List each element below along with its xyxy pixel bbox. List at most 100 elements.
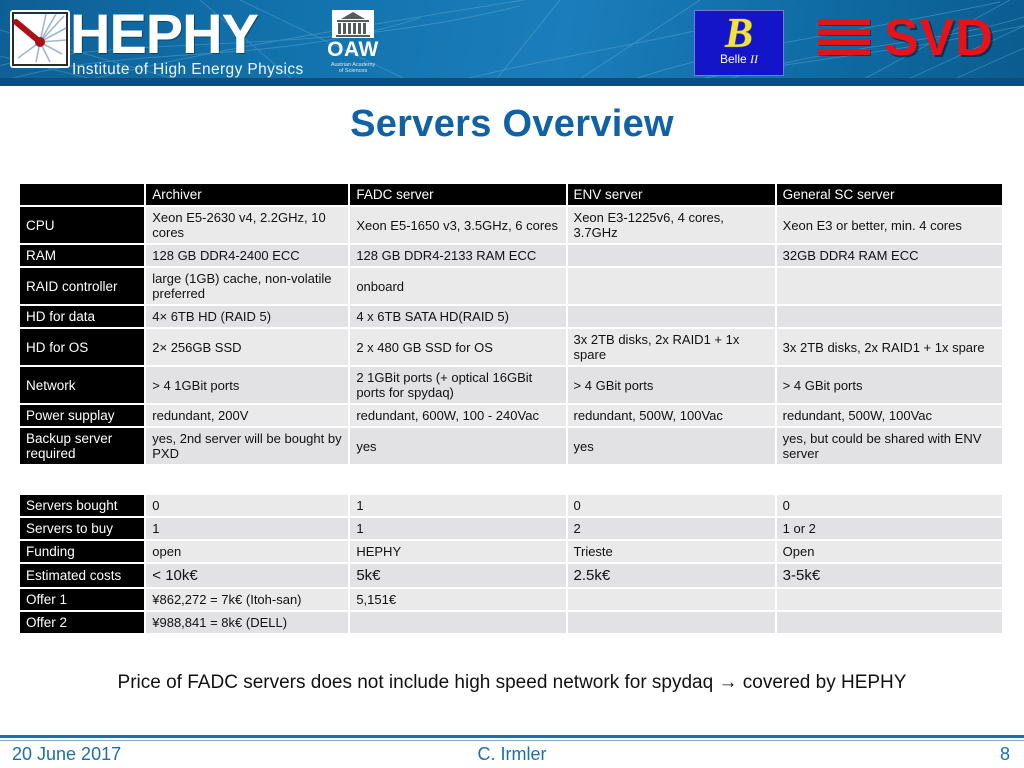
cell-tobuy-sc: 1 or 2 [775, 517, 1005, 540]
cell-offer1-env [566, 588, 777, 611]
column-header-env-server: ENV server [566, 184, 777, 206]
cell-hddata-fadc: 4 x 6TB SATA HD(RAID 5) [349, 305, 568, 328]
cell-backup-fadc: yes [349, 427, 568, 465]
cell-funding-sc: Open [775, 540, 1005, 563]
table-row: Funding open HEPHY Trieste Open [20, 540, 1005, 563]
cell-offer1-archiver: ¥862,272 = 7k€ (Itoh-san) [145, 588, 351, 611]
row-label-ram: RAM [20, 244, 147, 267]
belle2-b-symbol: B [724, 11, 753, 57]
cell-power-archiver: redundant, 200V [145, 404, 351, 427]
row-label-offer-1: Offer 1 [20, 588, 147, 611]
oaw-subtitle-line2: of Sciences [338, 68, 368, 74]
table-header-row: Archiver FADC server ENV server General … [20, 184, 1005, 206]
cell-cost-sc: 3-5k€ [775, 563, 1005, 588]
cell-hdos-fadc: 2 x 480 GB SSD for OS [349, 328, 568, 366]
belle2-logo: B Belle II [694, 10, 784, 76]
table-row: Servers to buy 1 1 2 1 or 2 [20, 517, 1005, 540]
table-row: HD for OS 2× 256GB SSD 2 x 480 GB SSD fo… [20, 328, 1005, 366]
cell-power-fadc: redundant, 600W, 100 - 240Vac [349, 404, 568, 427]
table-row: Offer 1 ¥862,272 = 7k€ (Itoh-san) 5,151€ [20, 588, 1005, 611]
cell-ram-fadc: 128 GB DDR4-2133 RAM ECC [349, 244, 568, 267]
cell-offer2-env [566, 611, 777, 634]
belle2-label-numeral: II [750, 52, 759, 66]
svd-wordmark: SVD [884, 9, 994, 67]
cell-ram-env [566, 244, 777, 267]
row-label-offer-2: Offer 2 [20, 611, 147, 634]
table-row: RAID controller large (1GB) cache, non-v… [20, 267, 1005, 305]
cell-cost-archiver: < 10k€ [145, 563, 351, 588]
cell-tobuy-fadc: 1 [349, 517, 568, 540]
cell-bought-fadc: 1 [349, 495, 568, 517]
svd-bars-icon [818, 19, 870, 63]
cell-offer1-sc [775, 588, 1005, 611]
column-header-blank [20, 184, 147, 206]
oaw-wordmark: OAW [327, 38, 379, 61]
cell-bought-env: 0 [566, 495, 777, 517]
row-label-raid-controller: RAID controller [20, 267, 147, 305]
server-spec-table: Archiver FADC server ENV server General … [20, 184, 1005, 466]
row-label-hd-for-os: HD for OS [20, 328, 147, 366]
cell-cost-fadc: 5k€ [349, 563, 568, 588]
row-label-power-supply: Power supplay [20, 404, 147, 427]
cell-bought-archiver: 0 [145, 495, 351, 517]
row-label-cpu: CPU [20, 206, 147, 244]
hephy-detector-icon [10, 10, 70, 68]
server-cost-table: Servers bought 0 1 0 0 Servers to buy 1 … [20, 495, 1005, 635]
cell-cpu-archiver: Xeon E5-2630 v4, 2.2GHz, 10 cores [145, 206, 351, 244]
table-row: Power supplay redundant, 200V redundant,… [20, 404, 1005, 427]
footer-divider [0, 735, 1024, 738]
cell-hdos-archiver: 2× 256GB SSD [145, 328, 351, 366]
table-row: Estimated costs < 10k€ 5k€ 2.5k€ 3-5k€ [20, 563, 1005, 588]
cell-backup-archiver: yes, 2nd server will be bought by PXD [145, 427, 351, 465]
cell-backup-env: yes [566, 427, 777, 465]
column-header-fadc-server: FADC server [349, 184, 568, 206]
cell-cpu-env: Xeon E3-1225v6, 4 cores, 3.7GHz [566, 206, 777, 244]
cell-hddata-archiver: 4× 6TB HD (RAID 5) [145, 305, 351, 328]
cell-tobuy-env: 2 [566, 517, 777, 540]
header-banner: HEPHY Institute of High Energy Physics O… [0, 0, 1024, 86]
hephy-logo: HEPHY Institute of High Energy Physics [10, 2, 330, 81]
table-row: CPU Xeon E5-2630 v4, 2.2GHz, 10 cores Xe… [20, 206, 1005, 244]
cell-offer1-fadc: 5,151€ [349, 588, 568, 611]
belle2-label-text: Belle [719, 52, 747, 66]
table-row: Offer 2 ¥988,841 = 8k€ (DELL) [20, 611, 1005, 634]
cell-offer2-fadc [349, 611, 568, 634]
cell-cpu-fadc: Xeon E5-1650 v3, 3.5GHz, 6 cores [349, 206, 568, 244]
cell-bought-sc: 0 [775, 495, 1005, 517]
cell-network-archiver: > 4 1GBit ports [145, 366, 351, 404]
row-label-funding: Funding [20, 540, 147, 563]
hephy-wordmark: HEPHY [70, 2, 259, 65]
belle2-label: Belle II [695, 53, 783, 66]
row-label-backup-server-required: Backup server required [20, 427, 147, 465]
column-header-archiver: Archiver [145, 184, 351, 206]
footer-divider-thin [0, 740, 1024, 741]
page-title: Servers Overview [350, 103, 674, 145]
cell-ram-archiver: 128 GB DDR4-2400 ECC [145, 244, 351, 267]
cell-cpu-sc: Xeon E3 or better, min. 4 cores [775, 206, 1005, 244]
cell-funding-archiver: open [145, 540, 351, 563]
slide-footer: 20 June 2017 C. Irmler 8 [0, 744, 1024, 768]
cell-raid-sc [775, 267, 1005, 305]
cell-hdos-sc: 3x 2TB disks, 2x RAID1 + 1x spare [775, 328, 1005, 366]
column-header-general-sc-server: General SC server [775, 184, 1005, 206]
cell-cost-env: 2.5k€ [566, 563, 777, 588]
cell-offer2-sc [775, 611, 1005, 634]
cell-raid-archiver: large (1GB) cache, non-volatile preferre… [145, 267, 351, 305]
cell-funding-env: Trieste [566, 540, 777, 563]
table-row: Backup server required yes, 2nd server w… [20, 427, 1005, 465]
cell-power-sc: redundant, 500W, 100Vac [775, 404, 1005, 427]
cell-hddata-sc [775, 305, 1005, 328]
cell-network-fadc: 2 1GBit ports (+ optical 16GBit ports fo… [349, 366, 568, 404]
table-row: Servers bought 0 1 0 0 [20, 495, 1005, 517]
table-row: Network > 4 1GBit ports 2 1GBit ports (+… [20, 366, 1005, 404]
row-label-servers-bought: Servers bought [20, 495, 147, 517]
table-row: HD for data 4× 6TB HD (RAID 5) 4 x 6TB S… [20, 305, 1005, 328]
oaw-logo: OAW Austrian Academy of Sciences [310, 10, 396, 76]
footer-author: C. Irmler [477, 744, 547, 764]
row-label-network: Network [20, 366, 147, 404]
cell-tobuy-archiver: 1 [145, 517, 351, 540]
cell-ram-sc: 32GB DDR4 RAM ECC [775, 244, 1005, 267]
cell-funding-fadc: HEPHY [349, 540, 568, 563]
svd-logo: SVD [818, 9, 1018, 72]
cell-hdos-env: 3x 2TB disks, 2x RAID1 + 1x spare [566, 328, 777, 366]
